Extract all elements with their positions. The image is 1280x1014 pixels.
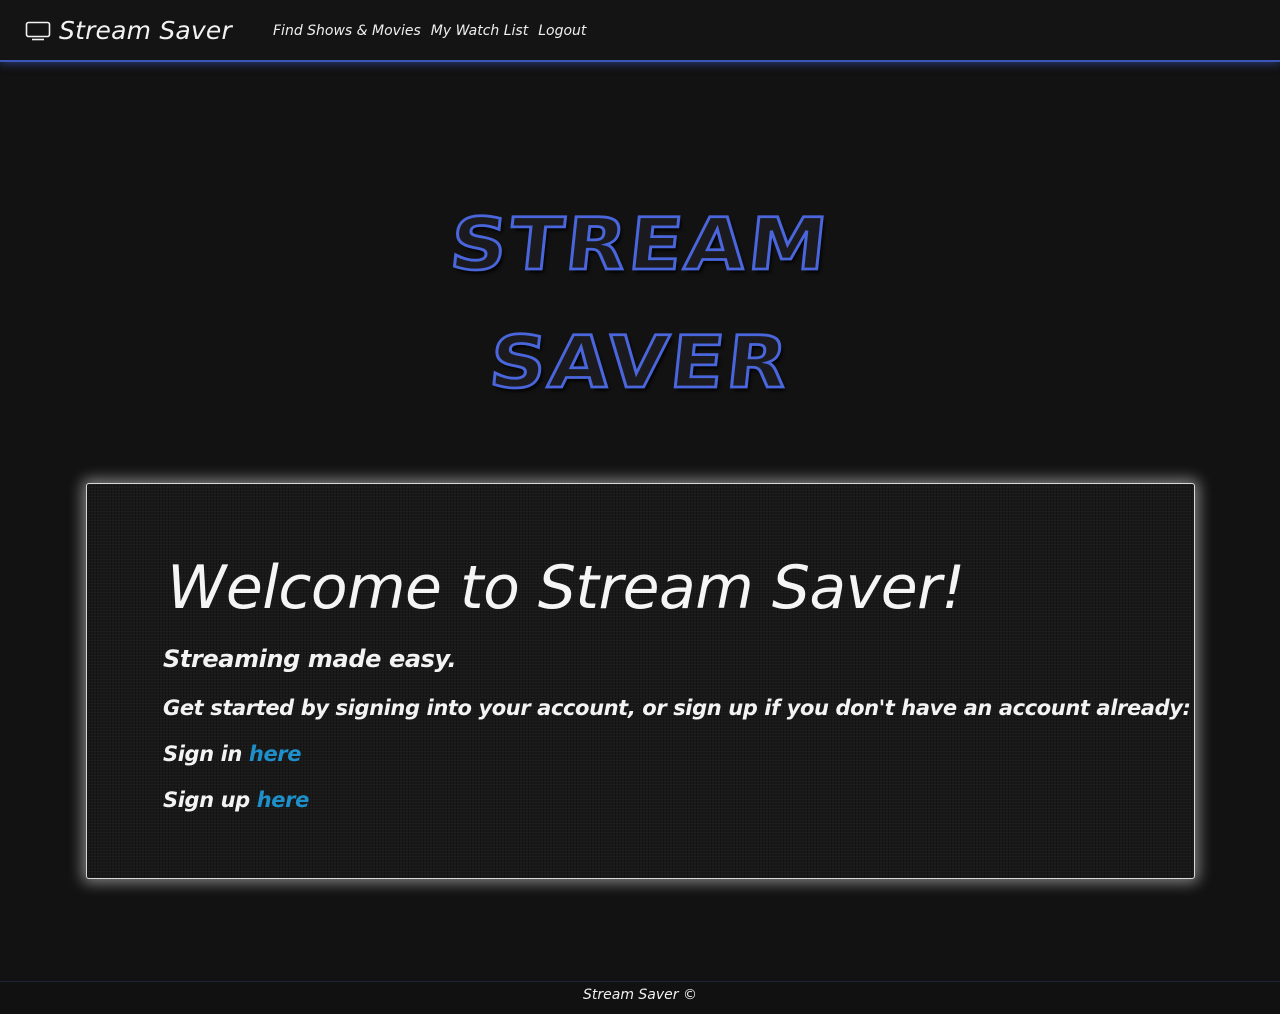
brand-title: Stream Saver	[59, 16, 232, 45]
nav-link-logout[interactable]: Logout	[538, 21, 586, 41]
welcome-title: Welcome to Stream Saver!	[167, 553, 965, 623]
nav-links: Find Shows & Movies My Watch List Logout	[273, 21, 596, 41]
navbar: Stream Saver Find Shows & Movies My Watc…	[0, 0, 1280, 62]
nav-link-find-shows[interactable]: Find Shows & Movies	[273, 21, 421, 41]
tagline: Streaming made easy.	[163, 645, 457, 673]
footer-text: Stream Saver ©	[583, 987, 697, 1003]
logo-line-stream: STREAM	[445, 202, 835, 288]
page: Stream Saver Find Shows & Movies My Watc…	[0, 0, 1280, 1014]
logo-line-saver: SAVER	[484, 320, 796, 406]
nav-link-watch-list[interactable]: My Watch List	[431, 21, 528, 41]
signin-link[interactable]: here	[249, 742, 302, 766]
intro-text: Get started by signing into your account…	[163, 696, 1191, 720]
footer: Stream Saver ©	[0, 981, 1280, 1014]
signup-link[interactable]: here	[257, 788, 310, 812]
signin-prefix: Sign in	[163, 742, 242, 766]
tv-icon	[25, 20, 51, 42]
welcome-card: Welcome to Stream Saver! Streaming made …	[86, 483, 1195, 879]
signup-prefix: Sign up	[163, 788, 250, 812]
signup-line: Sign up here	[163, 787, 309, 813]
hero-logo: STREAM SAVER	[0, 200, 1280, 408]
signin-line: Sign in here	[163, 741, 301, 767]
brand-link[interactable]: Stream Saver	[25, 14, 232, 48]
